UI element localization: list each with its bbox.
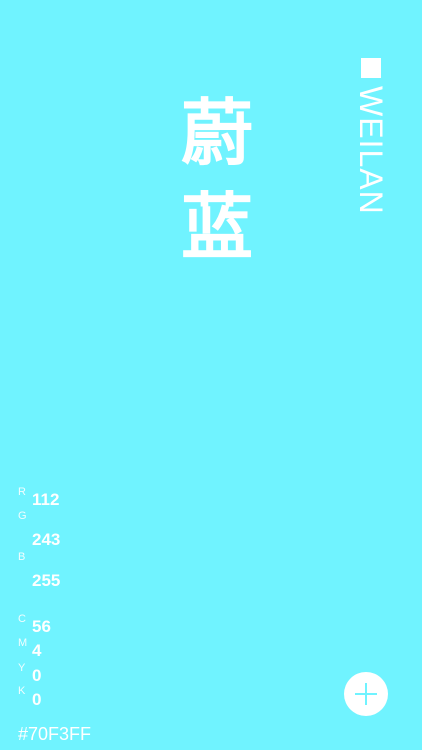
rgb-label-b: B bbox=[18, 551, 26, 563]
rgb-value-g: 243 bbox=[32, 530, 61, 549]
rgb-label-r: R bbox=[18, 486, 26, 498]
rgb-values: R 112 G 243 B 255 bbox=[18, 486, 98, 590]
color-name-pinyin: WEILAN bbox=[353, 86, 389, 215]
cmyk-values: C 56 M 4 Y 0 K 0 bbox=[18, 613, 98, 713]
plus-icon-stroke bbox=[365, 683, 367, 705]
rgb-label-g: G bbox=[18, 510, 27, 522]
cmyk-label-m: M bbox=[18, 637, 28, 649]
rgb-value-b: 255 bbox=[32, 571, 61, 590]
color-name-char: 蓝 bbox=[180, 184, 253, 269]
cmyk-value-y: 0 bbox=[32, 666, 42, 685]
rgb-value-r: 112 bbox=[32, 490, 60, 509]
square-icon bbox=[361, 58, 381, 78]
hex-code: #70F3FF bbox=[18, 724, 92, 744]
cmyk-label-y: Y bbox=[18, 662, 26, 674]
color-name-char: 蔚 bbox=[180, 90, 253, 175]
color-name-chinese: 蔚 蓝 bbox=[172, 86, 262, 274]
add-button[interactable] bbox=[344, 672, 388, 716]
cmyk-label-k: K bbox=[18, 685, 26, 697]
cmyk-value-m: 4 bbox=[32, 641, 42, 660]
cmyk-value-c: 56 bbox=[32, 617, 51, 636]
cmyk-value-k: 0 bbox=[32, 690, 42, 709]
color-detail-screen: 蔚 蓝 WEILAN R 112 G 243 B 255 C 56 M 4 Y … bbox=[0, 0, 422, 750]
cmyk-label-c: C bbox=[18, 613, 26, 625]
